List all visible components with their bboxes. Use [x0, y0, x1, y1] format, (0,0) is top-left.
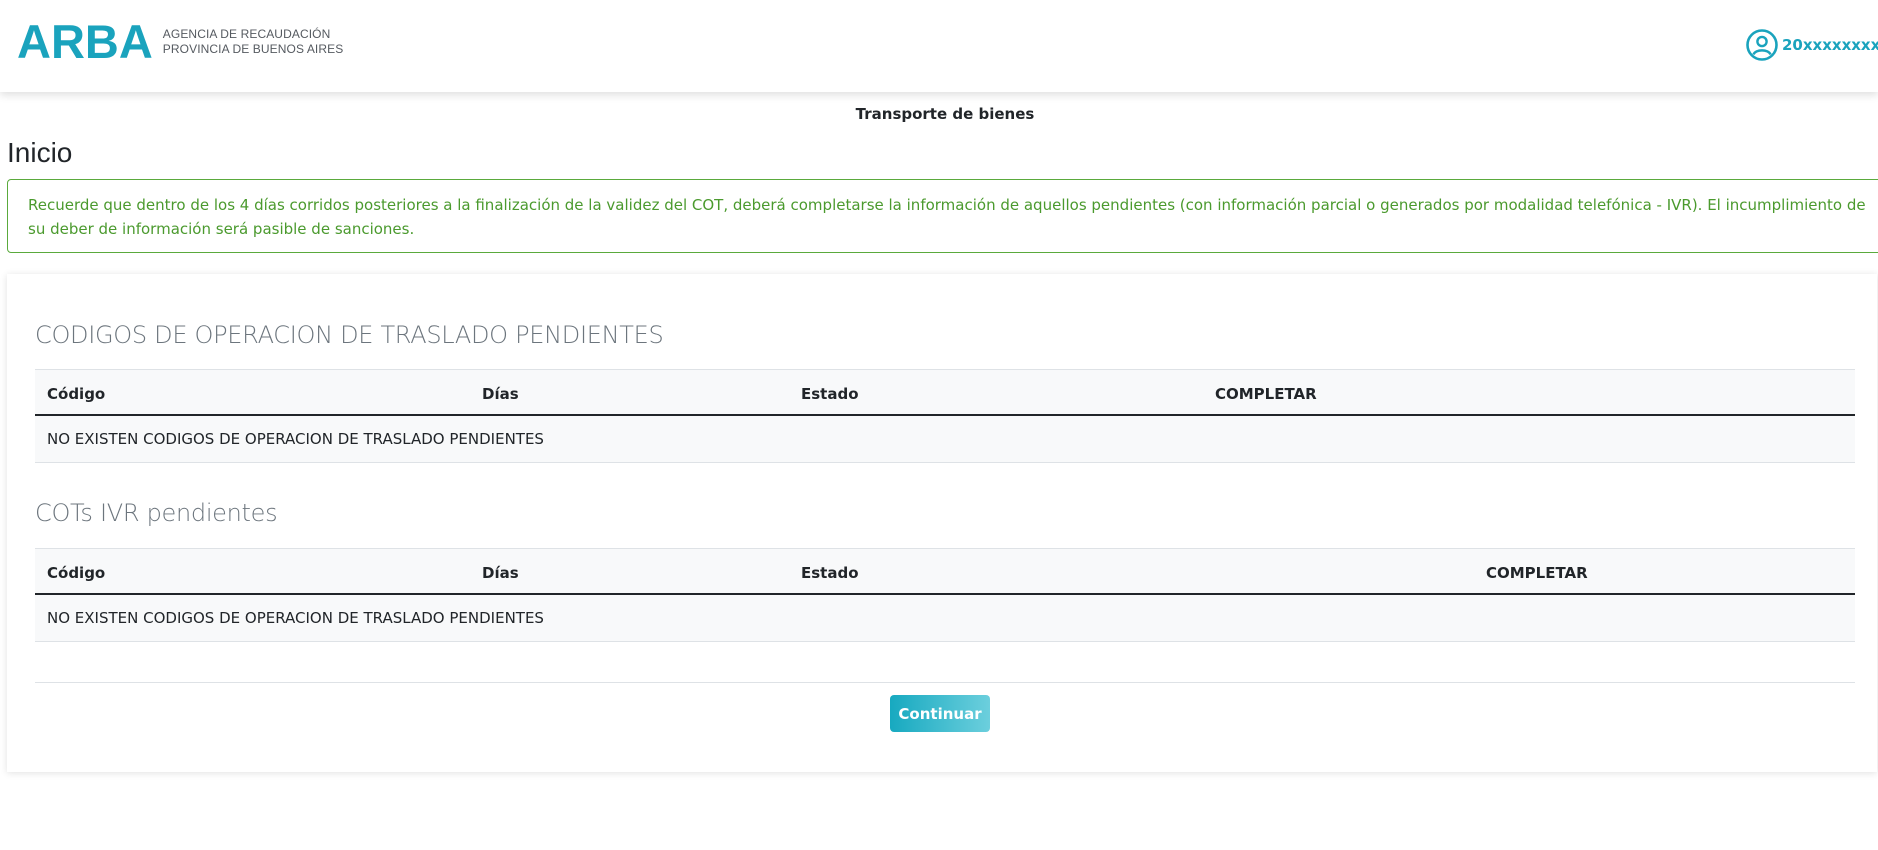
alert-text: Recuerde que dentro de los 4 días corrid… — [28, 196, 1866, 238]
column-completar: COMPLETAR — [1215, 385, 1317, 403]
table-pendientes: Código Días Estado COMPLETAR NO EXISTEN … — [35, 369, 1855, 463]
column-dias: Días — [482, 385, 519, 403]
column-estado: Estado — [801, 564, 859, 582]
table-row: NO EXISTEN CODIGOS DE OPERACION DE TRASL… — [35, 595, 1855, 642]
user-circle-icon — [1746, 29, 1778, 61]
section-title-ivr: COTs IVR pendientes — [35, 499, 278, 527]
table-header: Código Días Estado COMPLETAR — [35, 548, 1855, 595]
table-row: NO EXISTEN CODIGOS DE OPERACION DE TRASL… — [35, 416, 1855, 463]
column-estado: Estado — [801, 385, 859, 403]
user-menu[interactable]: 20xxxxxxxxx — [1745, 28, 1878, 62]
agency-line-2: PROVINCIA DE BUENOS AIRES — [162, 42, 344, 56]
info-alert: Recuerde que dentro de los 4 días corrid… — [7, 179, 1878, 253]
top-header: ARBA AGENCIA DE RECAUDACIÓN PROVINCIA DE… — [0, 0, 1878, 92]
section-title-pendientes: CODIGOS DE OPERACION DE TRASLADO PENDIEN… — [35, 321, 664, 349]
agency-name: AGENCIA DE RECAUDACIÓN PROVINCIA DE BUEN… — [163, 27, 344, 57]
page-title: Inicio — [7, 137, 73, 168]
column-codigo: Código — [47, 564, 106, 582]
column-codigo: Código — [47, 385, 106, 403]
empty-message: NO EXISTEN CODIGOS DE OPERACION DE TRASL… — [47, 609, 544, 627]
table-header: Código Días Estado COMPLETAR — [35, 369, 1855, 416]
column-dias: Días — [482, 564, 519, 582]
logo-wordmark: ARBA — [17, 15, 153, 68]
table-ivr: Código Días Estado COMPLETAR NO EXISTEN … — [35, 548, 1855, 642]
arba-logo[interactable]: ARBA AGENCIA DE RECAUDACIÓN PROVINCIA DE… — [17, 18, 343, 66]
column-completar: COMPLETAR — [1486, 564, 1588, 582]
empty-message: NO EXISTEN CODIGOS DE OPERACION DE TRASL… — [47, 430, 544, 448]
page-subtitle: Transporte de bienes — [855, 105, 1035, 123]
main-card: CODIGOS DE OPERACION DE TRASLADO PENDIEN… — [7, 274, 1877, 772]
agency-line-1: AGENCIA DE RECAUDACIÓN — [162, 27, 331, 41]
user-id: 20xxxxxxxxx — [1782, 36, 1878, 54]
divider — [35, 682, 1855, 683]
continue-button[interactable]: Continuar — [890, 695, 990, 732]
